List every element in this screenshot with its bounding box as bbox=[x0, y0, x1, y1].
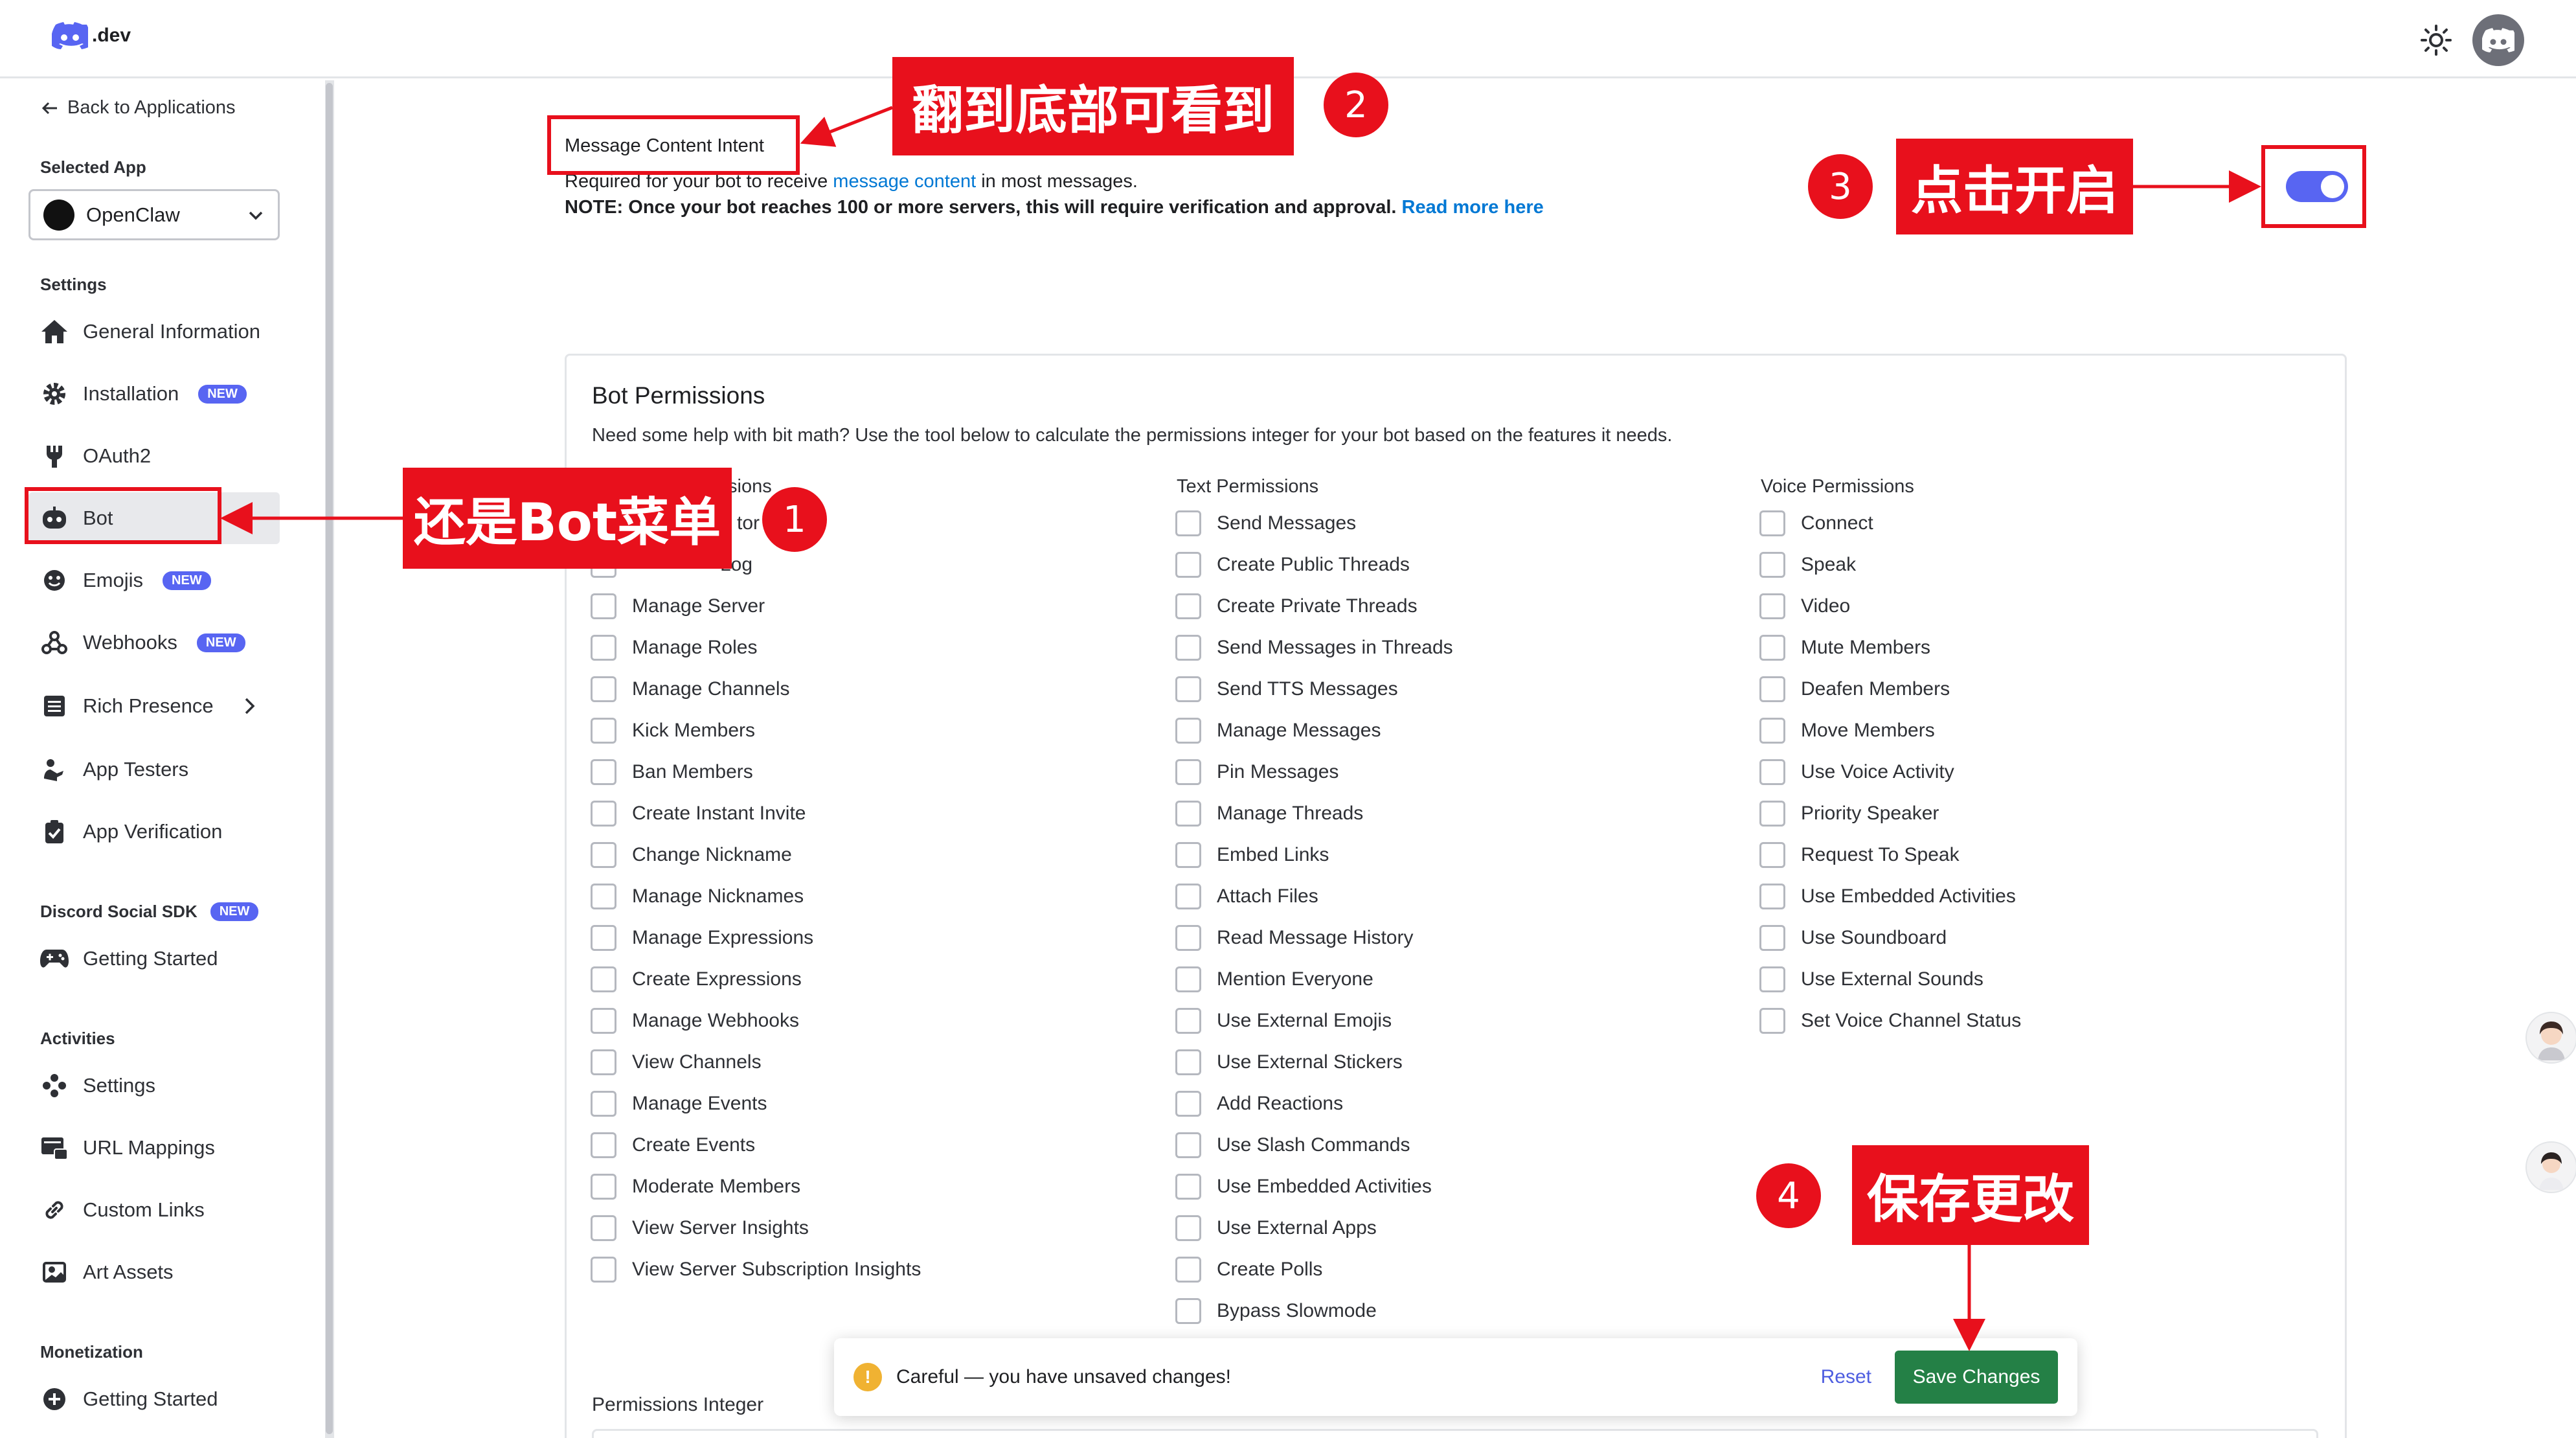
developer-portal: .dev Back to Applications Selected App O… bbox=[0, 0, 2576, 1438]
annotation-number-4: 4 bbox=[1756, 1163, 1821, 1228]
annotation-label-1: 还是Bot菜单 bbox=[403, 468, 732, 569]
annotation-number-3: 3 bbox=[1808, 154, 1873, 219]
annotation-label-3: 点击开启 bbox=[1896, 139, 2133, 234]
annotation-number-1: 1 bbox=[762, 487, 827, 552]
annotation-label-4: 保存更改 bbox=[1852, 1145, 2089, 1245]
annotation-arrows bbox=[220, 106, 2261, 1351]
annotation-number-2: 2 bbox=[1324, 73, 1388, 137]
annotation-label-2: 翻到底部可看到 bbox=[892, 57, 1294, 155]
